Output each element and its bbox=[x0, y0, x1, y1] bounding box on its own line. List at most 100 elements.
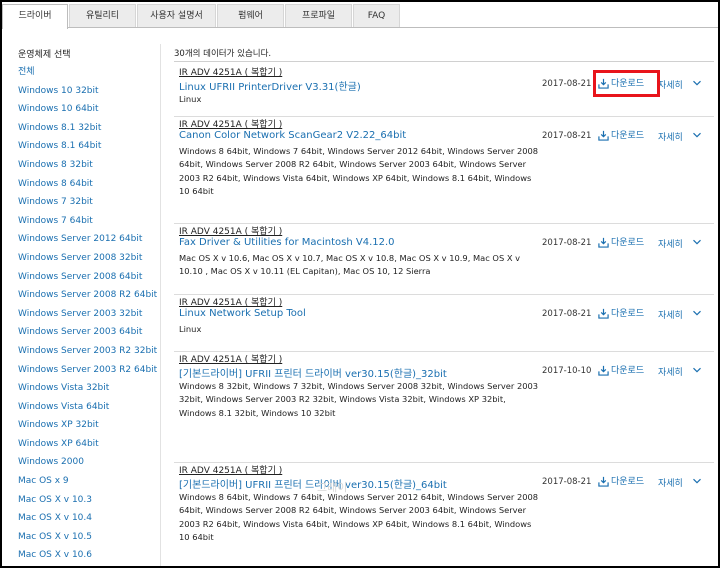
os-filter-item[interactable]: Mac OS X v 10.6 bbox=[18, 546, 158, 565]
model-name[interactable]: IR ADV 4251A ( 복합기 ) bbox=[179, 352, 282, 365]
chevron-down-icon[interactable] bbox=[692, 130, 702, 140]
supported-os: Linux bbox=[179, 324, 202, 334]
download-icon bbox=[598, 308, 609, 319]
watermark: 그래이 bbox=[317, 481, 348, 494]
model-name[interactable]: IR ADV 4251A ( 복합기 ) bbox=[179, 463, 282, 476]
release-date: 2017-08-21 bbox=[542, 131, 592, 141]
os-filter-item[interactable]: Windows 2000 bbox=[18, 453, 158, 472]
driver-page: 드라이버 유틸리티 사용자 설명서 펌웨어 프로파일 FAQ 운영체제 선택 전… bbox=[2, 2, 718, 566]
os-filter-item[interactable]: Windows Vista 32bit bbox=[18, 379, 158, 398]
os-filter-item[interactable]: Windows Server 2012 64bit bbox=[18, 230, 158, 249]
os-filter-item[interactable]: Windows 8 32bit bbox=[18, 156, 158, 175]
detail-link[interactable]: 자세히 bbox=[658, 476, 683, 489]
detail-link[interactable]: 자세히 bbox=[658, 78, 683, 91]
os-filter-item[interactable]: Windows Server 2003 R2 64bit bbox=[18, 361, 158, 380]
driver-row: IR ADV 4251A ( 복합기 ) [기본드라이버] UFRII 프린터 드… bbox=[174, 463, 714, 566]
os-filter-list: 전체 Windows 10 32bit Windows 10 64bit Window… bbox=[18, 63, 158, 565]
release-date: 2017-08-21 bbox=[542, 79, 592, 89]
driver-row: IR ADV 4251A ( 복합기 ) Linux Network Setup … bbox=[174, 295, 714, 352]
download-icon bbox=[598, 130, 609, 141]
download-label: 다운로드 bbox=[611, 131, 645, 141]
tab-driver[interactable]: 드라이버 bbox=[2, 4, 68, 29]
driver-title-link[interactable]: [기본드라이버] UFRII 프린터 드라이버 ver30.15(한글)_64b… bbox=[179, 476, 447, 491]
os-filter-item[interactable]: Mac OS X v 10.5 bbox=[18, 528, 158, 547]
os-filter-item[interactable]: Windows 10 64bit bbox=[18, 100, 158, 119]
download-label: 다운로드 bbox=[611, 366, 645, 376]
driver-row: IR ADV 4251A ( 복합기 ) Fax Driver & Utiliti… bbox=[174, 224, 714, 295]
results-panel: 30개의 데이터가 있습니다. IR ADV 4251A ( 복합기 ) Linu… bbox=[174, 46, 714, 542]
supported-os: Windows 8 64bit, Windows 7 64bit, Window… bbox=[179, 146, 539, 196]
os-filter-item[interactable]: Windows 10 32bit bbox=[18, 82, 158, 101]
model-name[interactable]: IR ADV 4251A ( 복합기 ) bbox=[179, 65, 282, 78]
os-filter-item[interactable]: Windows Server 2008 64bit bbox=[18, 268, 158, 287]
download-label: 다운로드 bbox=[611, 309, 645, 319]
supported-os: Windows 8 32bit, Windows 7 32bit, Window… bbox=[179, 381, 539, 418]
download-label: 다운로드 bbox=[611, 477, 645, 487]
detail-link[interactable]: 자세히 bbox=[658, 237, 683, 250]
os-filter-item[interactable]: Windows Vista 64bit bbox=[18, 398, 158, 417]
supported-os: Windows 8 64bit, Windows 7 64bit, Window… bbox=[179, 492, 539, 542]
os-filter-item[interactable]: Windows Server 2003 32bit bbox=[18, 305, 158, 324]
download-icon bbox=[598, 365, 609, 376]
download-icon bbox=[598, 476, 609, 487]
chevron-down-icon[interactable] bbox=[692, 78, 702, 88]
download-label: 다운로드 bbox=[611, 238, 645, 248]
os-filter-sidebar: 운영체제 선택 전체 Windows 10 32bit Windows 10 64b… bbox=[18, 48, 158, 565]
model-name[interactable]: IR ADV 4251A ( 복합기 ) bbox=[179, 295, 282, 308]
tab-profile[interactable]: 프로파일 bbox=[285, 4, 352, 28]
tab-user-manual[interactable]: 사용자 설명서 bbox=[137, 4, 216, 28]
os-filter-item[interactable]: 전체 bbox=[18, 63, 158, 82]
download-highlight-box bbox=[593, 70, 660, 97]
os-filter-item[interactable]: Windows Server 2008 32bit bbox=[18, 249, 158, 268]
download-button[interactable]: 다운로드 bbox=[598, 307, 644, 321]
os-filter-item[interactable]: Mac OS x 9 bbox=[18, 472, 158, 491]
tab-faq[interactable]: FAQ bbox=[353, 4, 400, 28]
os-filter-item[interactable]: Windows 8 64bit bbox=[18, 175, 158, 194]
driver-title-link[interactable]: Canon Color Network ScanGear2 V2.22_64bi… bbox=[179, 130, 406, 141]
release-date: 2017-08-21 bbox=[542, 309, 592, 319]
download-button[interactable]: 다운로드 bbox=[598, 236, 644, 250]
os-filter-item[interactable]: Windows 8.1 64bit bbox=[18, 137, 158, 156]
driver-row: IR ADV 4251A ( 복합기 ) [기본드라이버] UFRII 프린터 드… bbox=[174, 352, 714, 463]
supported-os: Linux bbox=[179, 94, 202, 104]
detail-link[interactable]: 자세히 bbox=[658, 130, 683, 143]
os-filter-item[interactable]: Windows 7 64bit bbox=[18, 212, 158, 231]
os-filter-item[interactable]: Windows 7 32bit bbox=[18, 193, 158, 212]
result-count: 30개의 데이터가 있습니다. bbox=[174, 46, 714, 62]
model-name[interactable]: IR ADV 4251A ( 복합기 ) bbox=[179, 224, 282, 237]
chevron-down-icon[interactable] bbox=[692, 365, 702, 375]
os-filter-item[interactable]: Windows 8.1 32bit bbox=[18, 119, 158, 138]
driver-row: IR ADV 4251A ( 복합기 ) Canon Color Network … bbox=[174, 117, 714, 224]
download-button[interactable]: 다운로드 bbox=[598, 475, 644, 489]
download-button[interactable]: 다운로드 bbox=[598, 364, 644, 378]
release-date: 2017-08-21 bbox=[542, 477, 592, 487]
release-date: 2017-08-21 bbox=[542, 238, 592, 248]
os-filter-item[interactable]: Windows Server 2008 R2 64bit bbox=[18, 286, 158, 305]
os-filter-item[interactable]: Windows XP 32bit bbox=[18, 416, 158, 435]
download-icon bbox=[598, 237, 609, 248]
tab-firmware[interactable]: 펌웨어 bbox=[217, 4, 284, 28]
detail-link[interactable]: 자세히 bbox=[658, 365, 683, 378]
os-filter-title: 운영체제 선택 bbox=[18, 50, 71, 60]
os-filter-item[interactable]: Windows XP 64bit bbox=[18, 435, 158, 454]
release-date: 2017-10-10 bbox=[542, 366, 592, 376]
download-button[interactable]: 다운로드 bbox=[598, 129, 644, 143]
supported-os: Mac OS X v 10.6, Mac OS X v 10.7, Mac OS… bbox=[179, 253, 521, 277]
driver-title-link[interactable]: Linux Network Setup Tool bbox=[179, 308, 306, 319]
chevron-down-icon[interactable] bbox=[692, 476, 702, 486]
os-filter-item[interactable]: Mac OS X v 10.3 bbox=[18, 491, 158, 510]
chevron-down-icon[interactable] bbox=[692, 308, 702, 318]
os-filter-item[interactable]: Windows Server 2003 R2 32bit bbox=[18, 342, 158, 361]
sidebar-divider bbox=[160, 44, 161, 566]
tab-utility[interactable]: 유틸리티 bbox=[69, 4, 136, 28]
chevron-down-icon[interactable] bbox=[692, 237, 702, 247]
driver-title-link[interactable]: [기본드라이버] UFRII 프린터 드라이버 ver30.15(한글)_32b… bbox=[179, 365, 447, 380]
model-name[interactable]: IR ADV 4251A ( 복합기 ) bbox=[179, 117, 282, 130]
driver-row: IR ADV 4251A ( 복합기 ) Linux UFRII PrinterD… bbox=[174, 65, 714, 117]
tab-bar: 드라이버 유틸리티 사용자 설명서 펌웨어 프로파일 FAQ bbox=[2, 2, 718, 29]
driver-title-link[interactable]: Linux UFRII PrinterDriver V3.31(한글) bbox=[179, 78, 361, 93]
os-filter-item[interactable]: Mac OS X v 10.4 bbox=[18, 509, 158, 528]
driver-title-link[interactable]: Fax Driver & Utilities for Macintosh V4.… bbox=[179, 237, 395, 248]
os-filter-item[interactable]: Windows Server 2003 64bit bbox=[18, 323, 158, 342]
detail-link[interactable]: 자세히 bbox=[658, 308, 683, 321]
